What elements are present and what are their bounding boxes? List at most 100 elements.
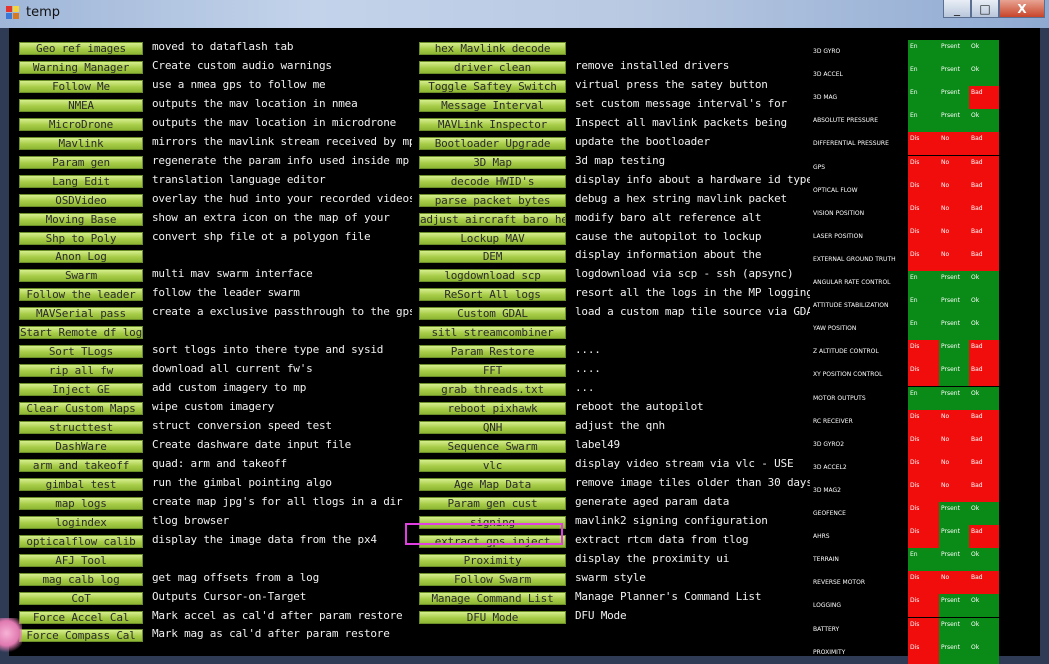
tool-button[interactable]: parse packet bytes bbox=[419, 194, 566, 207]
sensor-present-cell: No bbox=[939, 410, 969, 433]
tool-button[interactable]: Custom GDAL bbox=[419, 307, 566, 320]
sensor-row: EXTERNAL GROUND TRUTH Dis No Bad bbox=[813, 248, 1031, 271]
tool-button[interactable]: DEM bbox=[419, 250, 566, 263]
tool-button[interactable]: Force Accel Cal bbox=[19, 611, 143, 624]
tool-button[interactable]: OSDVideo bbox=[19, 194, 143, 207]
sensor-name: LOGGING bbox=[813, 602, 842, 609]
tool-button[interactable]: ReSort All logs bbox=[419, 288, 566, 301]
tool-button[interactable]: hex Mavlink decode bbox=[419, 42, 566, 55]
tool-button[interactable]: Force Compass Cal bbox=[19, 629, 143, 642]
tool-button[interactable]: logindex bbox=[19, 516, 143, 529]
tool-button[interactable]: Warning Manager bbox=[19, 61, 143, 74]
tool-description: display information about the bbox=[575, 248, 762, 261]
tool-button[interactable]: adjust aircraft baro he bbox=[419, 213, 566, 226]
tool-button[interactable]: decode HWID's bbox=[419, 175, 566, 188]
tool-button[interactable]: rip all fw bbox=[19, 364, 143, 377]
tool-button[interactable]: mag calb log bbox=[19, 573, 143, 586]
tool-button[interactable]: Proximity bbox=[419, 554, 566, 567]
tool-button[interactable]: Anon Log bbox=[19, 250, 143, 263]
sensor-health-cell: Ok bbox=[969, 387, 999, 410]
sensor-name: YAW POSITION bbox=[813, 325, 857, 332]
tool-button[interactable]: Follow Me bbox=[19, 80, 143, 93]
tool-button[interactable]: Shp to Poly bbox=[19, 232, 143, 245]
maximize-button[interactable]: □ bbox=[971, 0, 999, 18]
tool-button[interactable]: Toggle Saftey Switch bbox=[419, 80, 566, 93]
minimize-button[interactable]: _ bbox=[943, 0, 971, 18]
sensor-enabled-cell: Dis bbox=[908, 456, 939, 479]
sensor-name: 3D GYRO2 bbox=[813, 441, 845, 448]
sensor-name: OPTICAL FLOW bbox=[813, 187, 858, 194]
tool-button[interactable]: 3D Map bbox=[419, 156, 566, 169]
sensor-health-cell: Ok bbox=[969, 63, 999, 86]
tool-button[interactable]: Mavlink bbox=[19, 137, 143, 150]
sensor-enabled-cell: Dis bbox=[908, 156, 939, 179]
tool-button[interactable]: vlc bbox=[419, 459, 566, 472]
tool-description: Manage Planner's Command List bbox=[575, 590, 762, 603]
tool-button[interactable]: NMEA bbox=[19, 99, 143, 112]
sensor-name: 3D ACCEL2 bbox=[813, 464, 847, 471]
tool-button[interactable]: map logs bbox=[19, 497, 143, 510]
tool-button[interactable]: Geo ref images bbox=[19, 42, 143, 55]
sensor-health-cell: Ok bbox=[969, 618, 999, 641]
tool-button[interactable]: opticalflow calib bbox=[19, 535, 143, 548]
tool-button[interactable]: Message Interval bbox=[419, 99, 566, 112]
sensor-enabled-cell: Dis bbox=[908, 363, 939, 386]
tool-button[interactable]: driver clean bbox=[419, 61, 566, 74]
tool-button[interactable]: Clear Custom Maps bbox=[19, 402, 143, 415]
sensor-row: RC RECEIVER Dis No Bad bbox=[813, 410, 1031, 433]
tool-button[interactable]: Param gen bbox=[19, 156, 143, 169]
tool-description: sort tlogs into there type and sysid bbox=[152, 343, 384, 356]
tool-button[interactable]: DFU Mode bbox=[419, 611, 566, 624]
tool-button[interactable]: Start Remote df log bbox=[19, 326, 143, 339]
sensor-present-cell: Prsent bbox=[939, 618, 969, 641]
sensor-enabled-cell: En bbox=[908, 86, 939, 109]
sensor-name: DIFFERENTIAL PRESSURE bbox=[813, 140, 889, 147]
sensor-enabled-cell: Dis bbox=[908, 525, 939, 548]
tool-button[interactable]: grab threads.txt bbox=[419, 383, 566, 396]
sensor-name: GEOFENCE bbox=[813, 510, 846, 517]
sensor-name: XY POSITION CONTROL bbox=[813, 371, 883, 378]
tool-button[interactable]: MAVSerial pass bbox=[19, 307, 143, 320]
tool-button[interactable]: Follow Swarm bbox=[419, 573, 566, 586]
tool-button[interactable]: Inject GE bbox=[19, 383, 143, 396]
tool-button[interactable]: Manage Command List bbox=[419, 592, 566, 605]
tool-description: Create dashware date input file bbox=[152, 438, 352, 451]
tool-description: overlay the hud into your recorded video… bbox=[152, 192, 412, 205]
tool-button[interactable]: QNH bbox=[419, 421, 566, 434]
tool-button[interactable]: MicroDrone bbox=[19, 118, 143, 131]
tool-button[interactable]: Moving Base bbox=[19, 213, 143, 226]
sensor-enabled-cell: Dis bbox=[908, 340, 939, 363]
tool-button[interactable]: Bootloader Upgrade bbox=[419, 137, 566, 150]
tool-button[interactable]: Lockup MAV bbox=[419, 232, 566, 245]
tool-button[interactable]: Sequence Swarm bbox=[419, 440, 566, 453]
tool-button[interactable]: arm and takeoff bbox=[19, 459, 143, 472]
tool-description: multi mav swarm interface bbox=[152, 267, 313, 280]
sensor-row: TERRAIN En Prsent Ok bbox=[813, 548, 1031, 571]
close-button[interactable]: X bbox=[999, 0, 1045, 18]
tool-button[interactable]: Lang Edit bbox=[19, 175, 143, 188]
tool-button[interactable]: Swarm bbox=[19, 269, 143, 282]
sensor-enabled-cell: En bbox=[908, 63, 939, 86]
tool-button[interactable]: reboot pixhawk bbox=[419, 402, 566, 415]
tool-button[interactable]: AFJ Tool bbox=[19, 554, 143, 567]
sensor-present-cell: Prsent bbox=[939, 641, 969, 664]
sensor-name: 3D MAG2 bbox=[813, 487, 841, 494]
sensor-health-cell: Bad bbox=[969, 340, 999, 363]
tool-button[interactable]: structtest bbox=[19, 421, 143, 434]
sensor-health-cell: Bad bbox=[969, 525, 999, 548]
tool-button[interactable]: sitl streamcombiner bbox=[419, 326, 566, 339]
tool-button[interactable]: Follow the leader bbox=[19, 288, 143, 301]
tool-button[interactable]: logdownload scp bbox=[419, 269, 566, 282]
tool-button[interactable]: Sort TLogs bbox=[19, 345, 143, 358]
tool-button[interactable]: MAVLink Inspector bbox=[419, 118, 566, 131]
tool-button[interactable]: Param gen cust bbox=[419, 497, 566, 510]
sensor-enabled-cell: Dis bbox=[908, 641, 939, 664]
sensor-enabled-cell: Dis bbox=[908, 594, 939, 617]
tool-button[interactable]: CoT bbox=[19, 592, 143, 605]
tool-button[interactable]: DashWare bbox=[19, 440, 143, 453]
tool-button[interactable]: FFT bbox=[419, 364, 566, 377]
tool-button[interactable]: Age Map Data bbox=[419, 478, 566, 491]
sensor-enabled-cell: Dis bbox=[908, 132, 939, 155]
tool-button[interactable]: gimbal test bbox=[19, 478, 143, 491]
tool-button[interactable]: Param Restore bbox=[419, 345, 566, 358]
